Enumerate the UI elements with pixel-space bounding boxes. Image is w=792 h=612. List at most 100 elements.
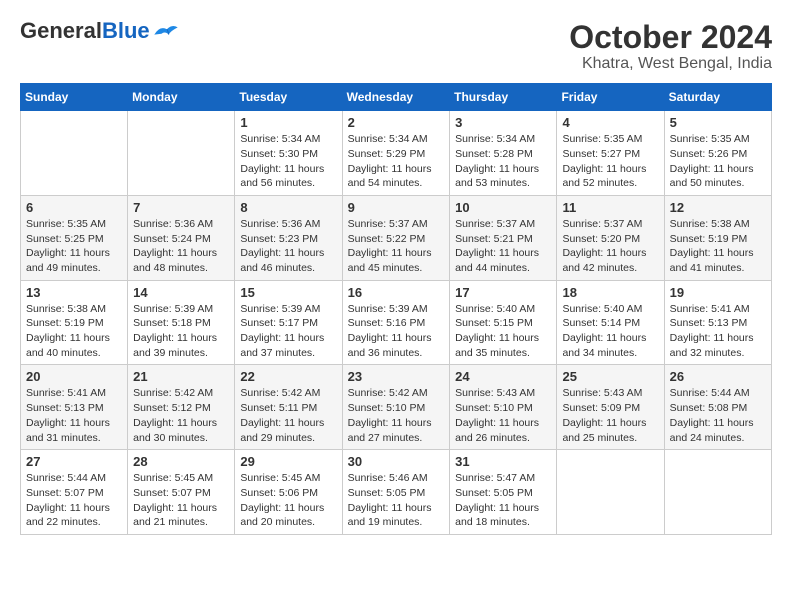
day-number: 30 <box>348 454 445 469</box>
page-subtitle: Khatra, West Bengal, India <box>569 55 772 73</box>
day-cell: 13 Sunrise: 5:38 AMSunset: 5:19 PMDayligh… <box>21 280 128 365</box>
day-info: Sunrise: 5:42 AMSunset: 5:11 PMDaylight:… <box>240 386 336 445</box>
day-cell: 9 Sunrise: 5:37 AMSunset: 5:22 PMDaylight… <box>342 195 450 280</box>
day-number: 22 <box>240 369 336 384</box>
day-cell: 30 Sunrise: 5:46 AMSunset: 5:05 PMDayligh… <box>342 450 450 535</box>
column-header-monday: Monday <box>128 84 235 111</box>
page-title: October 2024 <box>569 20 772 55</box>
day-info: Sunrise: 5:39 AMSunset: 5:17 PMDaylight:… <box>240 302 336 361</box>
day-cell: 12 Sunrise: 5:38 AMSunset: 5:19 PMDayligh… <box>664 195 771 280</box>
calendar-header: SundayMondayTuesdayWednesdayThursdayFrid… <box>21 84 772 111</box>
day-number: 23 <box>348 369 445 384</box>
page-header: GeneralBlue October 2024 Khatra, West Be… <box>20 20 772 73</box>
day-cell: 26Sunrise: 5:44 AMSunset: 5:08 PMDayligh… <box>664 365 771 450</box>
day-number: 6 <box>26 200 122 215</box>
week-row-5: 27 Sunrise: 5:44 AMSunset: 5:07 PMDayligh… <box>21 450 772 535</box>
day-info: Sunrise: 5:39 AMSunset: 5:18 PMDaylight:… <box>133 302 229 361</box>
day-info: Sunrise: 5:46 AMSunset: 5:05 PMDaylight:… <box>348 471 445 530</box>
day-number: 28 <box>133 454 229 469</box>
week-row-2: 6Sunrise: 5:35 AMSunset: 5:25 PMDaylight… <box>21 195 772 280</box>
day-cell: 10 Sunrise: 5:37 AMSunset: 5:21 PMDayligh… <box>450 195 557 280</box>
day-number: 15 <box>240 285 336 300</box>
day-number: 2 <box>348 115 445 130</box>
day-cell: 28 Sunrise: 5:45 AMSunset: 5:07 PMDayligh… <box>128 450 235 535</box>
day-number: 12 <box>670 200 766 215</box>
day-cell: 14 Sunrise: 5:39 AMSunset: 5:18 PMDayligh… <box>128 280 235 365</box>
day-info: Sunrise: 5:37 AMSunset: 5:20 PMDaylight:… <box>562 217 658 276</box>
day-number: 26 <box>670 369 766 384</box>
day-number: 7 <box>133 200 229 215</box>
day-number: 18 <box>562 285 658 300</box>
day-info: Sunrise: 5:42 AMSunset: 5:10 PMDaylight:… <box>348 386 445 445</box>
day-info: Sunrise: 5:43 AMSunset: 5:09 PMDaylight:… <box>562 386 658 445</box>
day-number: 3 <box>455 115 551 130</box>
logo: GeneralBlue <box>20 20 180 42</box>
day-info: Sunrise: 5:37 AMSunset: 5:21 PMDaylight:… <box>455 217 551 276</box>
day-info: Sunrise: 5:37 AMSunset: 5:22 PMDaylight:… <box>348 217 445 276</box>
day-info: Sunrise: 5:44 AMSunset: 5:07 PMDaylight:… <box>26 471 122 530</box>
day-cell: 1 Sunrise: 5:34 AMSunset: 5:30 PMDaylight… <box>235 111 342 196</box>
day-cell: 3 Sunrise: 5:34 AMSunset: 5:28 PMDaylight… <box>450 111 557 196</box>
title-block: October 2024 Khatra, West Bengal, India <box>569 20 772 73</box>
day-info: Sunrise: 5:38 AMSunset: 5:19 PMDaylight:… <box>26 302 122 361</box>
day-cell: 16Sunrise: 5:39 AMSunset: 5:16 PMDayligh… <box>342 280 450 365</box>
day-number: 10 <box>455 200 551 215</box>
day-cell <box>664 450 771 535</box>
day-cell: 11Sunrise: 5:37 AMSunset: 5:20 PMDayligh… <box>557 195 664 280</box>
day-cell <box>21 111 128 196</box>
column-header-saturday: Saturday <box>664 84 771 111</box>
day-info: Sunrise: 5:34 AMSunset: 5:28 PMDaylight:… <box>455 132 551 191</box>
day-number: 21 <box>133 369 229 384</box>
day-number: 5 <box>670 115 766 130</box>
column-header-tuesday: Tuesday <box>235 84 342 111</box>
day-number: 4 <box>562 115 658 130</box>
column-header-thursday: Thursday <box>450 84 557 111</box>
day-info: Sunrise: 5:38 AMSunset: 5:19 PMDaylight:… <box>670 217 766 276</box>
day-cell <box>557 450 664 535</box>
day-info: Sunrise: 5:40 AMSunset: 5:14 PMDaylight:… <box>562 302 658 361</box>
day-info: Sunrise: 5:35 AMSunset: 5:26 PMDaylight:… <box>670 132 766 191</box>
day-cell: 8Sunrise: 5:36 AMSunset: 5:23 PMDaylight… <box>235 195 342 280</box>
day-number: 1 <box>240 115 336 130</box>
day-cell <box>128 111 235 196</box>
day-cell: 17Sunrise: 5:40 AMSunset: 5:15 PMDayligh… <box>450 280 557 365</box>
day-cell: 2 Sunrise: 5:34 AMSunset: 5:29 PMDaylight… <box>342 111 450 196</box>
day-cell: 29Sunrise: 5:45 AMSunset: 5:06 PMDayligh… <box>235 450 342 535</box>
day-number: 13 <box>26 285 122 300</box>
day-number: 24 <box>455 369 551 384</box>
calendar-body: 1 Sunrise: 5:34 AMSunset: 5:30 PMDaylight… <box>21 111 772 535</box>
column-header-wednesday: Wednesday <box>342 84 450 111</box>
day-number: 29 <box>240 454 336 469</box>
week-row-3: 13 Sunrise: 5:38 AMSunset: 5:19 PMDayligh… <box>21 280 772 365</box>
day-number: 9 <box>348 200 445 215</box>
day-info: Sunrise: 5:43 AMSunset: 5:10 PMDaylight:… <box>455 386 551 445</box>
day-info: Sunrise: 5:36 AMSunset: 5:24 PMDaylight:… <box>133 217 229 276</box>
logo-bird-icon <box>152 22 180 40</box>
day-cell: 19 Sunrise: 5:41 AMSunset: 5:13 PMDayligh… <box>664 280 771 365</box>
day-info: Sunrise: 5:35 AMSunset: 5:27 PMDaylight:… <box>562 132 658 191</box>
day-number: 14 <box>133 285 229 300</box>
day-info: Sunrise: 5:47 AMSunset: 5:05 PMDaylight:… <box>455 471 551 530</box>
day-info: Sunrise: 5:34 AMSunset: 5:30 PMDaylight:… <box>240 132 336 191</box>
week-row-1: 1 Sunrise: 5:34 AMSunset: 5:30 PMDaylight… <box>21 111 772 196</box>
day-cell: 5 Sunrise: 5:35 AMSunset: 5:26 PMDaylight… <box>664 111 771 196</box>
calendar-table: SundayMondayTuesdayWednesdayThursdayFrid… <box>20 83 772 535</box>
day-info: Sunrise: 5:45 AMSunset: 5:07 PMDaylight:… <box>133 471 229 530</box>
day-number: 20 <box>26 369 122 384</box>
day-info: Sunrise: 5:41 AMSunset: 5:13 PMDaylight:… <box>670 302 766 361</box>
day-number: 19 <box>670 285 766 300</box>
day-info: Sunrise: 5:34 AMSunset: 5:29 PMDaylight:… <box>348 132 445 191</box>
day-info: Sunrise: 5:41 AMSunset: 5:13 PMDaylight:… <box>26 386 122 445</box>
day-cell: 15 Sunrise: 5:39 AMSunset: 5:17 PMDayligh… <box>235 280 342 365</box>
day-number: 16 <box>348 285 445 300</box>
day-cell: 6Sunrise: 5:35 AMSunset: 5:25 PMDaylight… <box>21 195 128 280</box>
day-number: 25 <box>562 369 658 384</box>
day-cell: 22 Sunrise: 5:42 AMSunset: 5:11 PMDayligh… <box>235 365 342 450</box>
day-cell: 27 Sunrise: 5:44 AMSunset: 5:07 PMDayligh… <box>21 450 128 535</box>
day-cell: 4 Sunrise: 5:35 AMSunset: 5:27 PMDaylight… <box>557 111 664 196</box>
day-cell: 23 Sunrise: 5:42 AMSunset: 5:10 PMDayligh… <box>342 365 450 450</box>
header-row: SundayMondayTuesdayWednesdayThursdayFrid… <box>21 84 772 111</box>
day-cell: 31Sunrise: 5:47 AMSunset: 5:05 PMDayligh… <box>450 450 557 535</box>
week-row-4: 20 Sunrise: 5:41 AMSunset: 5:13 PMDayligh… <box>21 365 772 450</box>
day-number: 27 <box>26 454 122 469</box>
